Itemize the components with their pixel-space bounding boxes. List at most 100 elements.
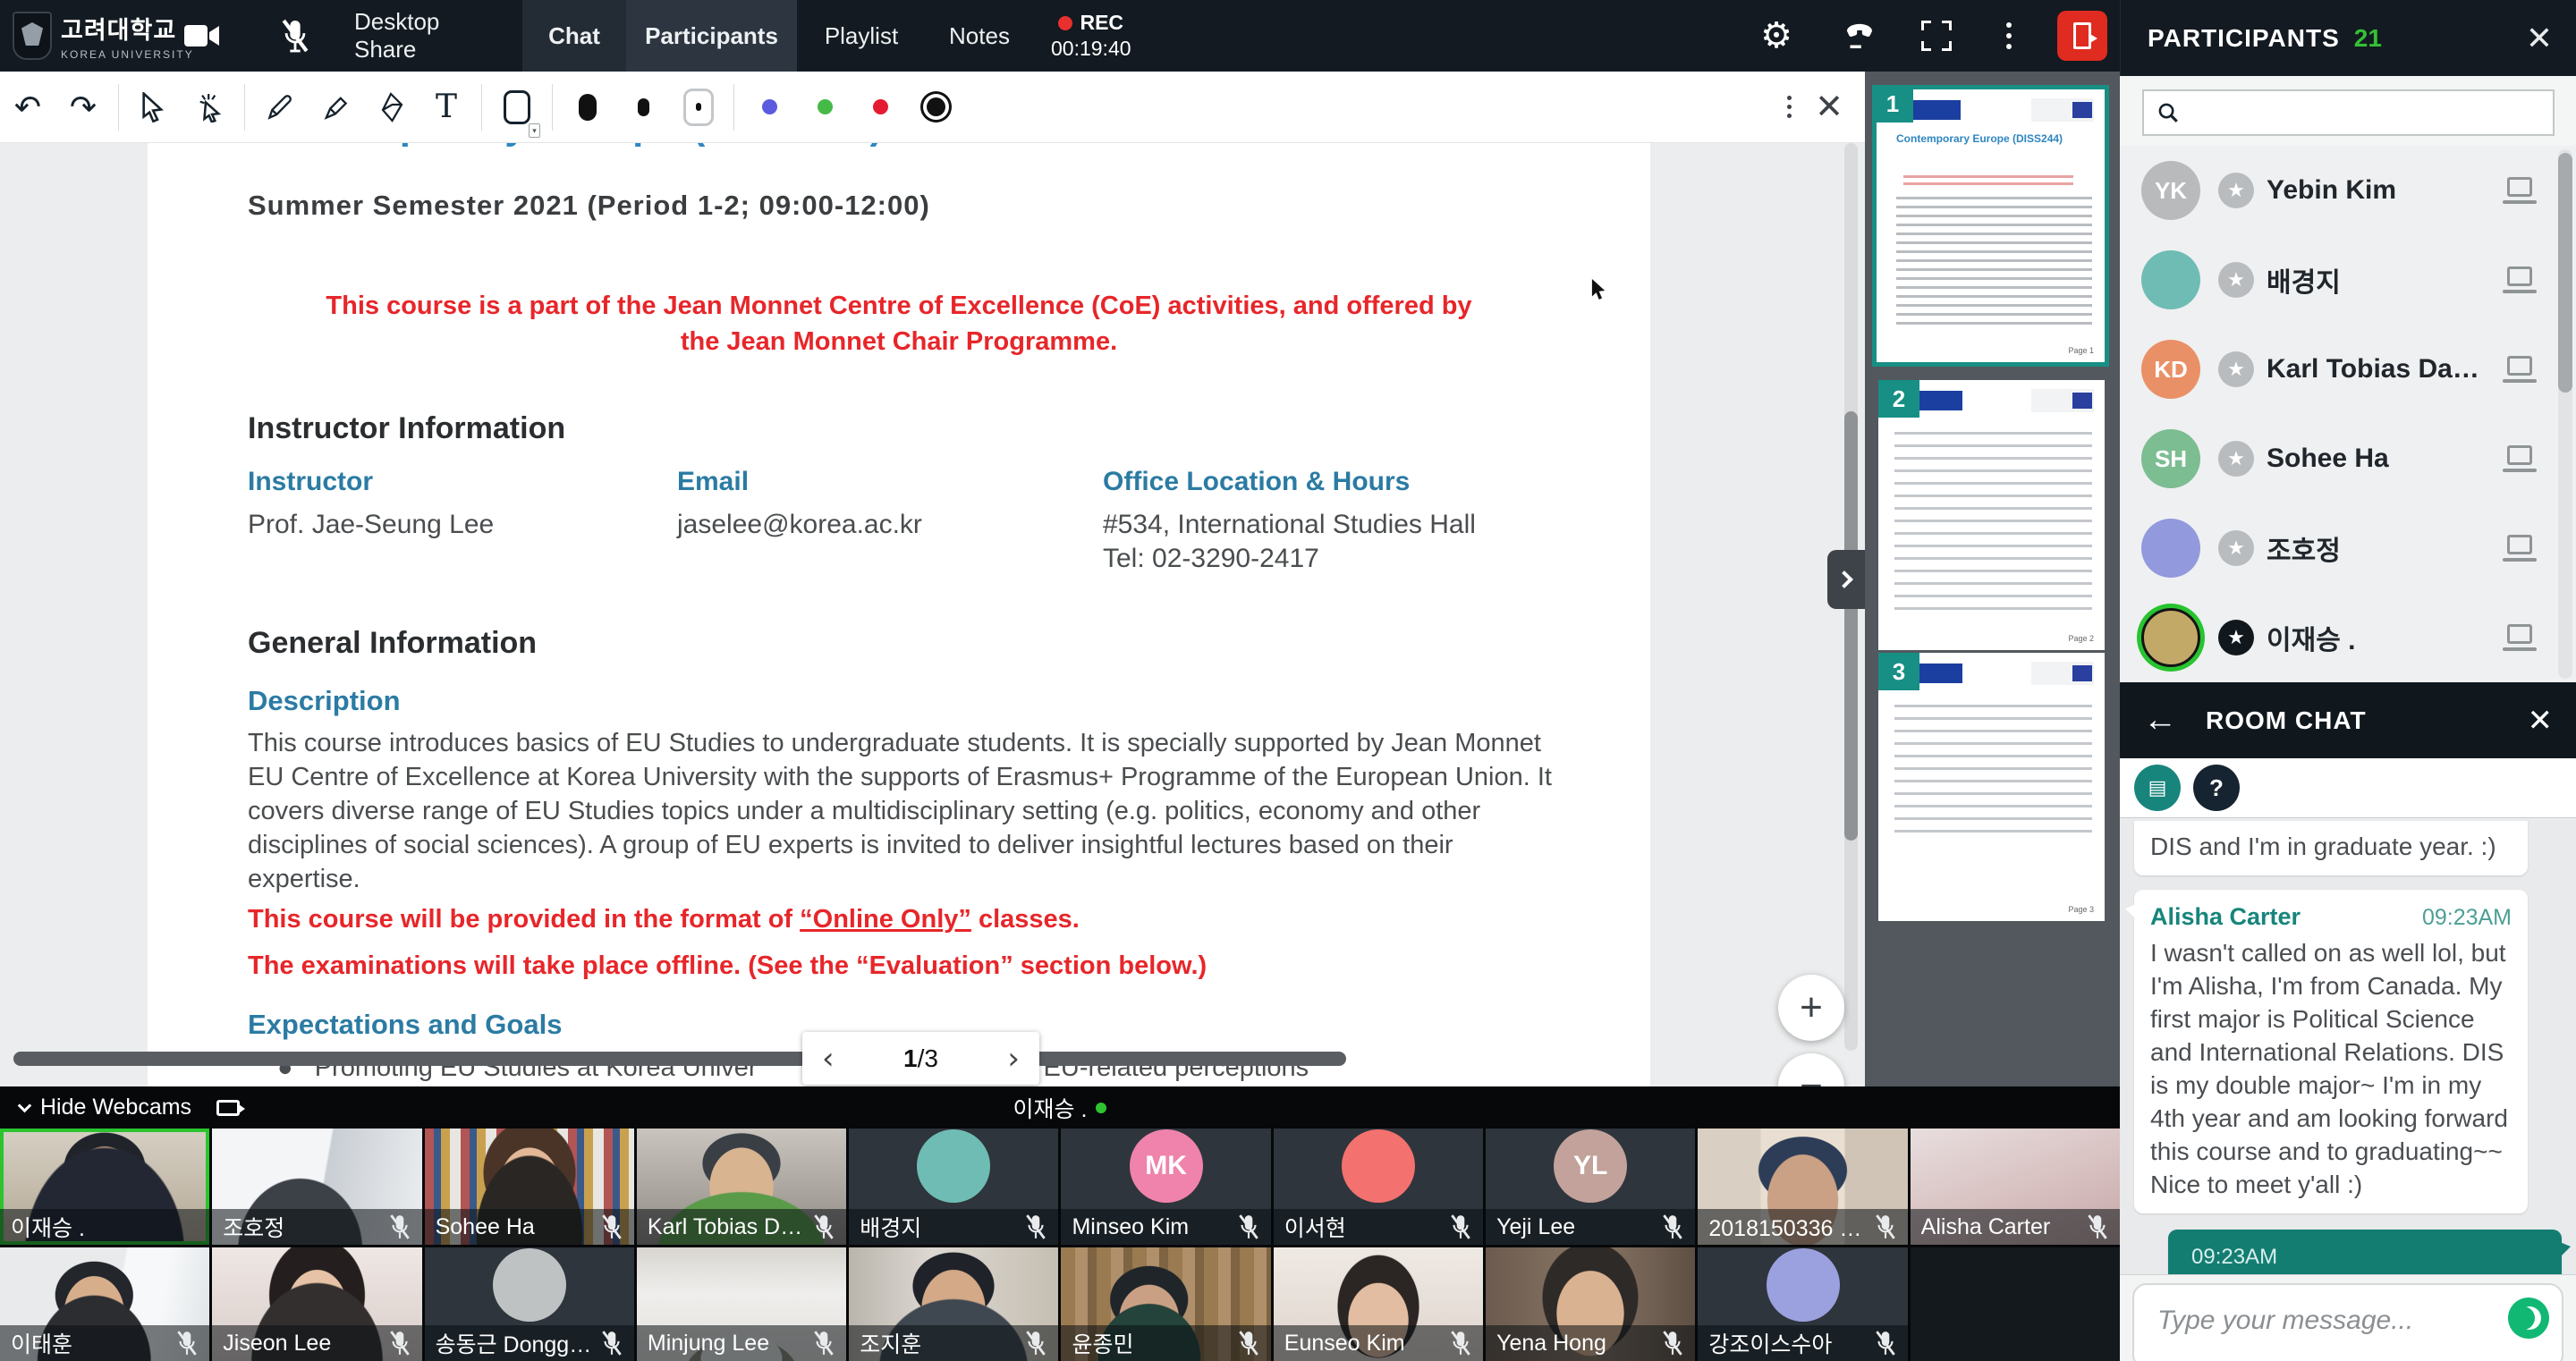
tab-notes[interactable]: Notes	[930, 0, 1029, 72]
participants-panel-header: PARTICIPANTS 21 ✕	[2120, 0, 2576, 76]
stroke-size-small[interactable]	[615, 80, 671, 135]
webcam-tile[interactable]: 조호정	[212, 1129, 421, 1245]
send-button[interactable]	[2508, 1298, 2549, 1339]
avatar	[2141, 519, 2200, 578]
webcam-tile[interactable]: Jiseon Lee	[212, 1247, 421, 1361]
tab-chat[interactable]: Chat	[522, 0, 626, 72]
participant-row[interactable]: ★ 조호정	[2120, 503, 2576, 593]
mic-muted-icon	[1024, 1213, 1047, 1240]
avatar: YK	[2141, 161, 2200, 220]
webcam-tile[interactable]	[1911, 1247, 2120, 1361]
webcam-tile[interactable]: 2018150336 소자정	[1698, 1129, 1907, 1245]
video-camera-icon[interactable]	[175, 0, 229, 72]
color-red[interactable]	[852, 80, 908, 135]
color-black-selected[interactable]	[908, 80, 963, 135]
vertical-scrollbar-thumb[interactable]	[1844, 411, 1858, 841]
page-indicator: 1/3	[903, 1044, 938, 1073]
webcam-tile[interactable]: 이서현	[1274, 1129, 1483, 1245]
settings-gear-icon[interactable]: ⚙	[1750, 0, 1803, 72]
search-input[interactable]	[2180, 91, 2553, 134]
laptop-icon[interactable]	[2503, 177, 2537, 204]
laptop-icon[interactable]	[2503, 535, 2537, 562]
star-badge-icon: ★	[2218, 173, 2254, 208]
chat-notes-button[interactable]: ▤	[2134, 765, 2181, 811]
webcam-tile[interactable]: 강조이스수아	[1698, 1247, 1907, 1361]
stroke-size-selected[interactable]	[671, 80, 726, 135]
webcam-tile[interactable]: YL Yeji Lee	[1486, 1129, 1695, 1245]
stroke-size-large[interactable]	[560, 80, 615, 135]
chat-help-button[interactable]: ?	[2193, 765, 2240, 811]
thumbnail-panel-toggle[interactable]	[1827, 550, 1865, 609]
webcam-label: 이재승 .	[0, 1209, 209, 1245]
toolbar-close-icon[interactable]: ✕	[1815, 87, 1843, 127]
next-page-icon[interactable]: ›	[1007, 1041, 1020, 1077]
horizontal-scrollbar[interactable]	[13, 1052, 1346, 1066]
participant-row[interactable]: ★ 이재승 .	[2120, 593, 2576, 682]
participant-row[interactable]: SH ★ Sohee Ha	[2120, 414, 2576, 503]
laptop-icon[interactable]	[2503, 356, 2537, 383]
webcam-name: 조호정	[223, 1211, 382, 1243]
webcam-tile[interactable]: MK Minseo Kim	[1061, 1129, 1270, 1245]
more-kebab-icon[interactable]	[1991, 0, 2027, 72]
participants-search-box[interactable]	[2142, 89, 2555, 136]
marker-tool[interactable]	[308, 80, 363, 135]
tab-playlist[interactable]: Playlist	[809, 0, 913, 72]
webcam-tile[interactable]: Minjung Lee	[637, 1247, 846, 1361]
participant-row[interactable]: YK ★ Yebin Kim	[2120, 146, 2576, 235]
message-box[interactable]	[2132, 1283, 2563, 1361]
prev-page-icon[interactable]: ‹	[822, 1041, 835, 1077]
webcam-tile[interactable]: 윤종민	[1061, 1247, 1270, 1361]
thumbnail-page-3[interactable]: 3 Page 3	[1878, 653, 2105, 921]
mic-muted-icon	[812, 1213, 835, 1240]
webcam-tile[interactable]: 이재승 .	[0, 1129, 209, 1245]
doc-description-heading: Description	[248, 685, 401, 717]
thumbnail-page-1[interactable]: 1 Contemporary Europe (DISS244) Page 1	[1872, 85, 2109, 367]
back-arrow-icon[interactable]: ←	[2143, 701, 2177, 740]
webcam-tile[interactable]: Karl Tobias Dahl...	[637, 1129, 846, 1245]
leave-room-button[interactable]	[2057, 11, 2107, 61]
eraser-tool[interactable]	[363, 80, 419, 135]
select-cursor-tool[interactable]	[126, 80, 182, 135]
laser-pointer-tool[interactable]	[182, 80, 237, 135]
mic-muted-icon[interactable]	[268, 0, 322, 72]
webcam-tile[interactable]: Alisha Carter	[1911, 1129, 2120, 1245]
webcam-tile[interactable]: 조지훈	[849, 1247, 1058, 1361]
zoom-in-button[interactable]: +	[1778, 975, 1844, 1041]
close-participants-icon[interactable]: ✕	[2526, 20, 2553, 57]
laptop-icon[interactable]	[2503, 624, 2537, 651]
webcam-tile[interactable]: Eunseo Kim	[1274, 1247, 1483, 1361]
zoom-out-button[interactable]: −	[1778, 1053, 1844, 1086]
page-navigator: ‹ 1/3 ›	[802, 1032, 1039, 1085]
undo-button[interactable]: ↶	[0, 80, 55, 135]
mic-muted-icon	[600, 1213, 623, 1240]
laptop-icon[interactable]	[2503, 266, 2537, 293]
whiteboard-viewport[interactable]: Contemporary Europe (DISS244) Summer Sem…	[0, 143, 1865, 1086]
laptop-icon[interactable]	[2503, 445, 2537, 472]
tab-desktop-share[interactable]: Desktop Share	[354, 0, 506, 72]
thumbnail-page-2[interactable]: 2 Page 2	[1878, 380, 2105, 650]
color-green[interactable]	[797, 80, 852, 135]
close-chat-icon[interactable]: ✕	[2528, 703, 2554, 739]
webcam-tile[interactable]: Sohee Ha	[425, 1129, 634, 1245]
redo-button[interactable]: ↷	[55, 80, 111, 135]
webcam-name: Minseo Kim	[1072, 1214, 1231, 1240]
fullscreen-icon[interactable]	[1914, 0, 1959, 72]
message-input[interactable]	[2156, 1305, 2469, 1337]
color-purple[interactable]	[741, 80, 797, 135]
text-tool[interactable]: T	[419, 80, 474, 135]
pencil-tool[interactable]	[252, 80, 308, 135]
toolbar-more-icon[interactable]	[1787, 96, 1792, 118]
webcam-tile[interactable]: 이태훈	[0, 1247, 209, 1361]
webcam-tile[interactable]: 배경지	[849, 1129, 1058, 1245]
webcam-tile[interactable]: 송동근 Donggeu...	[425, 1247, 634, 1361]
participant-row[interactable]: ★ 배경지	[2120, 235, 2576, 325]
webcam-tile[interactable]: Yena Hong	[1486, 1247, 1695, 1361]
shape-dropdown-icon[interactable]: ▾	[529, 123, 540, 138]
tab-participants[interactable]: Participants	[626, 0, 797, 72]
chat-message-list[interactable]: DIS and I'm in graduate year. :) Alisha …	[2120, 819, 2576, 1274]
participant-row[interactable]: KD ★ Karl Tobias Dahl...	[2120, 325, 2576, 414]
logo-english: KOREA UNIVERSITY	[61, 48, 194, 61]
call-icon[interactable]	[1833, 0, 1886, 72]
shape-tool[interactable]: ▾	[489, 80, 545, 135]
participants-scrollbar[interactable]	[2558, 149, 2572, 679]
